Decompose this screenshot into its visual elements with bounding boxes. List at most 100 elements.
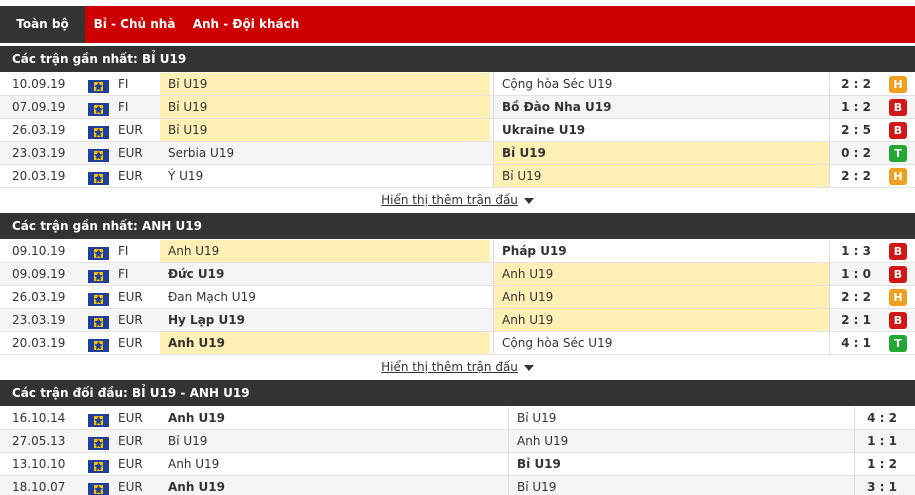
match-row[interactable]: 10.09.19 FI Bỉ U19 Cộng hòa Séc U19 2 : 2 H [0,73,915,96]
section-header-h2h: Các trận đối đầu: BỈ U19 - ANH U19 [0,380,915,406]
away-team[interactable]: Anh U19 [509,430,854,452]
match-row[interactable]: 18.10.07 EUR Anh U19 Bỉ U19 3 : 1 [0,476,915,495]
away-team[interactable]: Bồ Đào Nha U19 [494,96,830,118]
result-badge: B [889,312,907,329]
competition-flag-icon [88,291,109,306]
column-divider [829,286,830,309]
match-row[interactable]: 20.03.19 EUR Ý U19 Bỉ U19 2 : 2 H [0,165,915,188]
away-team[interactable]: Bỉ U19 [494,142,830,164]
column-divider [854,430,855,453]
match-date: 07.09.19 [12,100,66,114]
away-team[interactable]: Ukraine U19 [494,119,830,141]
match-row[interactable]: 07.09.19 FI Bỉ U19 Bồ Đào Nha U19 1 : 2 B [0,96,915,119]
match-score: 4 : 2 [867,411,897,425]
match-row[interactable]: 26.03.19 EUR Đan Mạch U19 Anh U19 2 : 2 H [0,286,915,309]
away-team[interactable]: Cộng hòa Séc U19 [494,332,830,354]
away-team[interactable]: Cộng hòa Séc U19 [494,73,830,95]
away-team[interactable]: Anh U19 [494,309,830,331]
competition-flag-icon [88,458,109,473]
competition-flag-icon [88,147,109,162]
away-team[interactable]: Bỉ U19 [494,165,830,187]
competition-flag-icon [88,268,109,283]
caret-down-icon[interactable] [523,364,534,371]
column-divider [829,309,830,332]
match-date: 09.09.19 [12,267,66,281]
away-team[interactable]: Bỉ U19 [509,453,854,475]
league-code: FI [118,100,129,114]
home-team[interactable]: Anh U19 [160,453,505,475]
column-divider [493,165,494,188]
caret-down-icon[interactable] [523,197,534,204]
match-score: 2 : 1 [841,313,871,327]
match-score: 1 : 2 [867,457,897,471]
match-date: 20.03.19 [12,336,66,350]
match-row[interactable]: 27.05.13 EUR Bỉ U19 Anh U19 1 : 1 [0,430,915,453]
tab-england-away[interactable]: Anh - Đội khách [184,6,308,43]
home-team[interactable]: Hy Lạp U19 [160,309,490,331]
column-divider [829,96,830,119]
show-more-row: Hiển thị thêm trận đấu [0,188,915,212]
competition-flag-icon [88,314,109,329]
league-code: EUR [118,457,143,471]
match-score: 2 : 2 [841,290,871,304]
away-team[interactable]: Bỉ U19 [509,407,854,429]
league-code: FI [118,77,129,91]
match-row[interactable]: 23.03.19 EUR Serbia U19 Bỉ U19 0 : 2 T [0,142,915,165]
home-team[interactable]: Đức U19 [160,263,490,285]
column-divider [854,476,855,495]
competition-flag-icon [88,337,109,352]
section-header: Các trận gần nhất: ANH U19 [0,213,915,239]
match-date: 26.03.19 [12,290,66,304]
away-team[interactable]: Bỉ U19 [509,476,854,495]
match-row[interactable]: 09.10.19 FI Anh U19 Pháp U19 1 : 3 B [0,240,915,263]
match-row[interactable]: 09.09.19 FI Đức U19 Anh U19 1 : 0 B [0,263,915,286]
home-team[interactable]: Đan Mạch U19 [160,286,490,308]
match-score: 1 : 2 [841,100,871,114]
column-divider [493,286,494,309]
match-date: 23.03.19 [12,146,66,160]
column-divider [493,309,494,332]
away-team[interactable]: Pháp U19 [494,240,830,262]
competition-flag-icon [88,435,109,450]
column-divider [829,165,830,188]
column-divider [508,407,509,430]
column-divider [508,430,509,453]
competition-flag-icon [88,481,109,495]
competition-flag-icon [88,101,109,116]
match-row[interactable]: 16.10.14 EUR Anh U19 Bỉ U19 4 : 2 [0,407,915,430]
match-score: 1 : 1 [867,434,897,448]
home-team[interactable]: Bỉ U19 [160,430,505,452]
tab-belgium-home[interactable]: Bỉ - Chủ nhà [85,6,184,43]
match-score: 2 : 2 [841,169,871,183]
column-divider [508,453,509,476]
column-divider [493,73,494,96]
home-team[interactable]: Serbia U19 [160,142,490,164]
match-row[interactable]: 13.10.10 EUR Anh U19 Bỉ U19 1 : 2 [0,453,915,476]
home-team[interactable]: Bỉ U19 [160,119,490,141]
show-more-link[interactable]: Hiển thị thêm trận đấu [381,360,518,374]
match-date: 26.03.19 [12,123,66,137]
league-code: EUR [118,290,143,304]
match-row[interactable]: 23.03.19 EUR Hy Lạp U19 Anh U19 2 : 1 B [0,309,915,332]
away-team[interactable]: Anh U19 [494,263,830,285]
result-badge: B [889,266,907,283]
away-team[interactable]: Anh U19 [494,286,830,308]
result-badge: B [889,99,907,116]
home-team[interactable]: Anh U19 [160,240,490,262]
match-row[interactable]: 20.03.19 EUR Anh U19 Cộng hòa Séc U19 4 : 1 T [0,332,915,355]
home-team[interactable]: Ý U19 [160,165,490,187]
home-team[interactable]: Anh U19 [160,407,505,429]
show-more-link[interactable]: Hiển thị thêm trận đấu [381,193,518,207]
match-row[interactable]: 26.03.19 EUR Bỉ U19 Ukraine U19 2 : 5 B [0,119,915,142]
column-divider [829,332,830,355]
competition-flag-icon [88,245,109,260]
home-team[interactable]: Bỉ U19 [160,96,490,118]
match-date: 23.03.19 [12,313,66,327]
home-team[interactable]: Anh U19 [160,332,490,354]
result-badge: H [889,289,907,306]
home-team[interactable]: Anh U19 [160,476,505,495]
league-code: EUR [118,336,143,350]
home-team[interactable]: Bỉ U19 [160,73,490,95]
tab-all[interactable]: Toàn bộ [0,6,85,43]
competition-flag-icon [88,170,109,185]
